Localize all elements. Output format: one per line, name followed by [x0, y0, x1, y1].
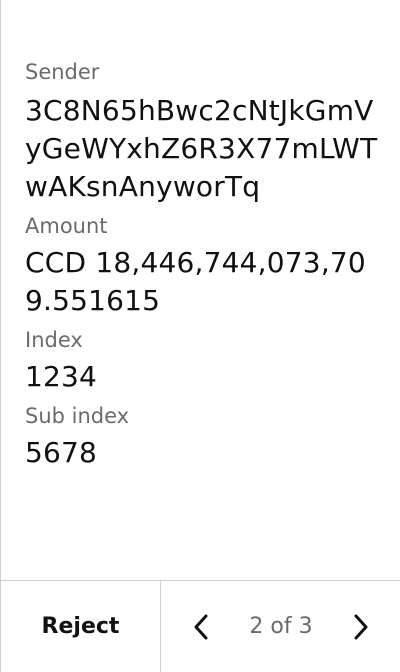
index-value: 1234: [25, 360, 98, 393]
subindex-label: Sub index: [25, 404, 130, 428]
chevron-right-icon: [354, 614, 368, 639]
transaction-details: Sender 3C8N65hBwc2cNtJkGmVyGeWYxhZ6R3X77…: [25, 58, 385, 478]
amount-value: CCD 18,446,744,073,709.551615: [25, 246, 366, 317]
footer-bar: Reject 2 of 3: [1, 580, 400, 672]
previous-page-button[interactable]: [189, 611, 213, 643]
subindex-value: 5678: [25, 436, 98, 469]
sender-address: 3C8N65hBwc2cNtJkGmVyGeWYxhZ6R3X77mLWTwAK…: [25, 94, 378, 203]
index-label: Index: [25, 328, 83, 352]
pagination: 2 of 3: [161, 581, 400, 672]
index-field: Index 1234: [25, 326, 385, 396]
subindex-field: Sub index 5678: [25, 402, 385, 472]
sender-label: Sender: [25, 60, 100, 84]
reject-button[interactable]: Reject: [1, 581, 161, 672]
transaction-review-screen: Sender 3C8N65hBwc2cNtJkGmVyGeWYxhZ6R3X77…: [0, 0, 400, 672]
next-page-button[interactable]: [349, 611, 373, 643]
reject-button-label: Reject: [41, 614, 120, 639]
sender-field: Sender 3C8N65hBwc2cNtJkGmVyGeWYxhZ6R3X77…: [25, 58, 385, 206]
amount-label: Amount: [25, 214, 108, 238]
chevron-left-icon: [194, 614, 208, 639]
page-indicator: 2 of 3: [249, 614, 313, 639]
amount-field: Amount CCD 18,446,744,073,709.551615: [25, 212, 385, 320]
